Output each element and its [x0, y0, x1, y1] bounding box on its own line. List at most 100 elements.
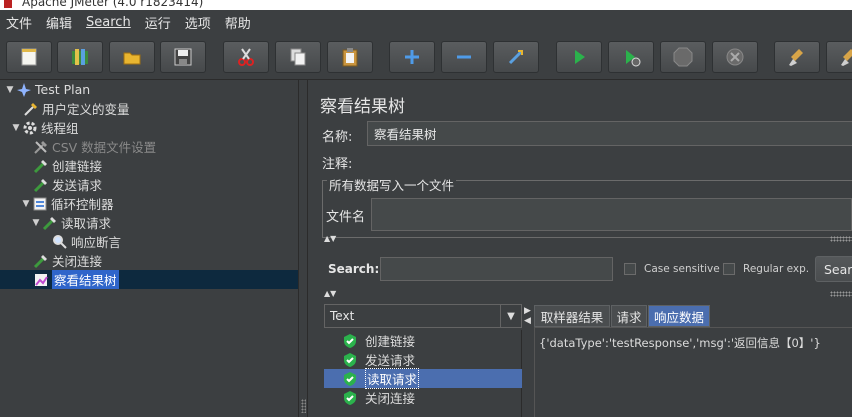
- sampler-pipette-icon: [33, 253, 49, 269]
- toggle-icon: [508, 49, 524, 65]
- menu-run[interactable]: 运行: [145, 13, 171, 32]
- open-button[interactable]: [109, 41, 155, 73]
- save-icon: [174, 48, 192, 66]
- tree-node-csv-data-set[interactable]: CSV 数据文件设置: [33, 137, 156, 156]
- clear-all-button[interactable]: [826, 41, 852, 73]
- menu-help[interactable]: 帮助: [225, 13, 251, 32]
- renderer-select[interactable]: Text ▼: [324, 304, 522, 328]
- expand-icon: [405, 50, 419, 64]
- success-check-icon: [344, 352, 356, 367]
- tree-node-response-assertion[interactable]: 响应断言: [52, 232, 121, 251]
- listener-chart-icon: [33, 272, 49, 288]
- clear-all-icon: [841, 49, 852, 66]
- sampler-pipette-icon: [33, 177, 49, 193]
- tree-node-close-connection[interactable]: 关闭连接: [33, 251, 102, 270]
- splitter-grip-icon: [830, 236, 852, 242]
- results-splitter-arrows-icon[interactable]: ▶ ◀: [524, 306, 534, 328]
- wrench-icon: [23, 101, 39, 117]
- result-item-read-request[interactable]: 读取请求: [324, 368, 522, 389]
- start-no-pauses-button[interactable]: [608, 41, 654, 73]
- regex-checkbox[interactable]: [723, 263, 735, 275]
- menu-file[interactable]: 文件: [6, 13, 32, 32]
- shutdown-button[interactable]: [712, 41, 758, 73]
- response-data-text[interactable]: {'dataType':'testResponse','msg':'返回信息【0…: [534, 327, 852, 417]
- toggle-button[interactable]: [493, 41, 539, 73]
- wrench-icon: [33, 139, 49, 155]
- filename-input[interactable]: [371, 198, 852, 231]
- menu-search[interactable]: Search: [86, 15, 131, 30]
- loop-controller-icon: [32, 196, 48, 212]
- menu-options[interactable]: 选项: [185, 13, 211, 32]
- tree-node-loop-controller[interactable]: ▼ 循环控制器: [20, 194, 114, 213]
- cut-icon: [238, 48, 254, 66]
- start-button[interactable]: [556, 41, 602, 73]
- test-plan-icon: [16, 82, 32, 98]
- save-button[interactable]: [160, 41, 206, 73]
- expand-arrow-icon[interactable]: ▼: [10, 123, 22, 133]
- jmeter-app-icon: [4, 0, 12, 8]
- window-titlebar: Apache JMeter (4.0 r1823414): [0, 0, 852, 10]
- tree-node-user-variables[interactable]: 用户定义的变量: [23, 99, 130, 118]
- comment-label: 注释:: [322, 157, 353, 172]
- vertical-splitter[interactable]: [298, 80, 308, 417]
- tab-sampler-result[interactable]: 取样器结果: [534, 305, 610, 327]
- start-icon: [575, 50, 585, 64]
- success-check-icon: [344, 371, 356, 386]
- tab-request[interactable]: 请求: [611, 305, 647, 327]
- comment-field[interactable]: [360, 150, 852, 172]
- menu-edit[interactable]: 编辑: [46, 13, 72, 32]
- splitter-grip-icon: [830, 291, 852, 297]
- sample-results-list: 创建链接 发送请求 读取请求 关闭连接: [324, 330, 522, 417]
- cut-button[interactable]: [223, 41, 269, 73]
- success-check-icon: [344, 333, 356, 348]
- toolbar: [0, 34, 852, 80]
- result-tabs: 取样器结果 请求 响应数据: [534, 305, 852, 327]
- sampler-pipette-icon: [33, 158, 49, 174]
- tree-node-send-request[interactable]: 发送请求: [33, 175, 102, 194]
- name-label: 名称:: [322, 130, 353, 145]
- paste-button[interactable]: [327, 41, 373, 73]
- chevron-down-icon[interactable]: ▼: [500, 305, 521, 327]
- expand-arrow-icon[interactable]: ▼: [4, 85, 16, 95]
- name-field[interactable]: 察看结果树: [367, 121, 852, 146]
- search-input[interactable]: [380, 257, 613, 281]
- stop-icon: [673, 47, 693, 67]
- sampler-pipette-icon: [42, 215, 58, 231]
- new-button[interactable]: [6, 41, 52, 73]
- templates-button[interactable]: [57, 41, 103, 73]
- magnifier-icon: [52, 234, 68, 250]
- panel-title: 察看结果树: [320, 97, 405, 117]
- menu-bar: 文件 编辑 Search 运行 选项 帮助: [0, 10, 852, 34]
- filename-label: 文件名: [326, 210, 366, 225]
- tree-node-read-request[interactable]: ▼ 读取请求: [30, 213, 111, 232]
- gear-icon: [22, 120, 38, 136]
- result-item-close-connection[interactable]: 关闭连接: [324, 388, 522, 407]
- splitter-grip-icon: [301, 399, 306, 413]
- search-button[interactable]: Sear: [815, 256, 852, 282]
- copy-icon: [290, 48, 306, 66]
- tree-node-create-link[interactable]: 创建链接: [33, 156, 102, 175]
- tree-node-view-results-tree[interactable]: 察看结果树: [33, 270, 119, 289]
- copy-button[interactable]: [275, 41, 321, 73]
- stop-button[interactable]: [660, 41, 706, 73]
- case-sensitive-checkbox[interactable]: [624, 263, 636, 275]
- collapse-icon: [457, 55, 471, 59]
- splitter-arrows-icon[interactable]: ▲▼: [324, 235, 336, 243]
- expand-arrow-icon[interactable]: ▼: [30, 218, 42, 228]
- tab-response-data[interactable]: 响应数据: [648, 305, 710, 327]
- lower-splitter[interactable]: ▲▼: [322, 290, 852, 298]
- clear-button[interactable]: [774, 41, 820, 73]
- paste-icon: [342, 48, 358, 67]
- clear-icon: [789, 49, 803, 66]
- result-item-create-link[interactable]: 创建链接: [324, 331, 522, 350]
- splitter-arrows-icon[interactable]: ▲▼: [324, 290, 336, 298]
- expand-arrow-icon[interactable]: ▼: [20, 199, 32, 209]
- result-item-send-request[interactable]: 发送请求: [324, 350, 522, 369]
- upper-splitter[interactable]: ▲▼: [322, 235, 852, 243]
- tree-node-thread-group[interactable]: ▼ 线程组: [10, 118, 79, 137]
- write-to-file-group-title: 所有数据写入一个文件: [327, 178, 457, 193]
- start-no-pauses-icon: [626, 50, 641, 67]
- collapse-button[interactable]: [441, 41, 487, 73]
- expand-button[interactable]: [389, 41, 435, 73]
- tree-node-test-plan[interactable]: ▼ Test Plan: [4, 80, 91, 99]
